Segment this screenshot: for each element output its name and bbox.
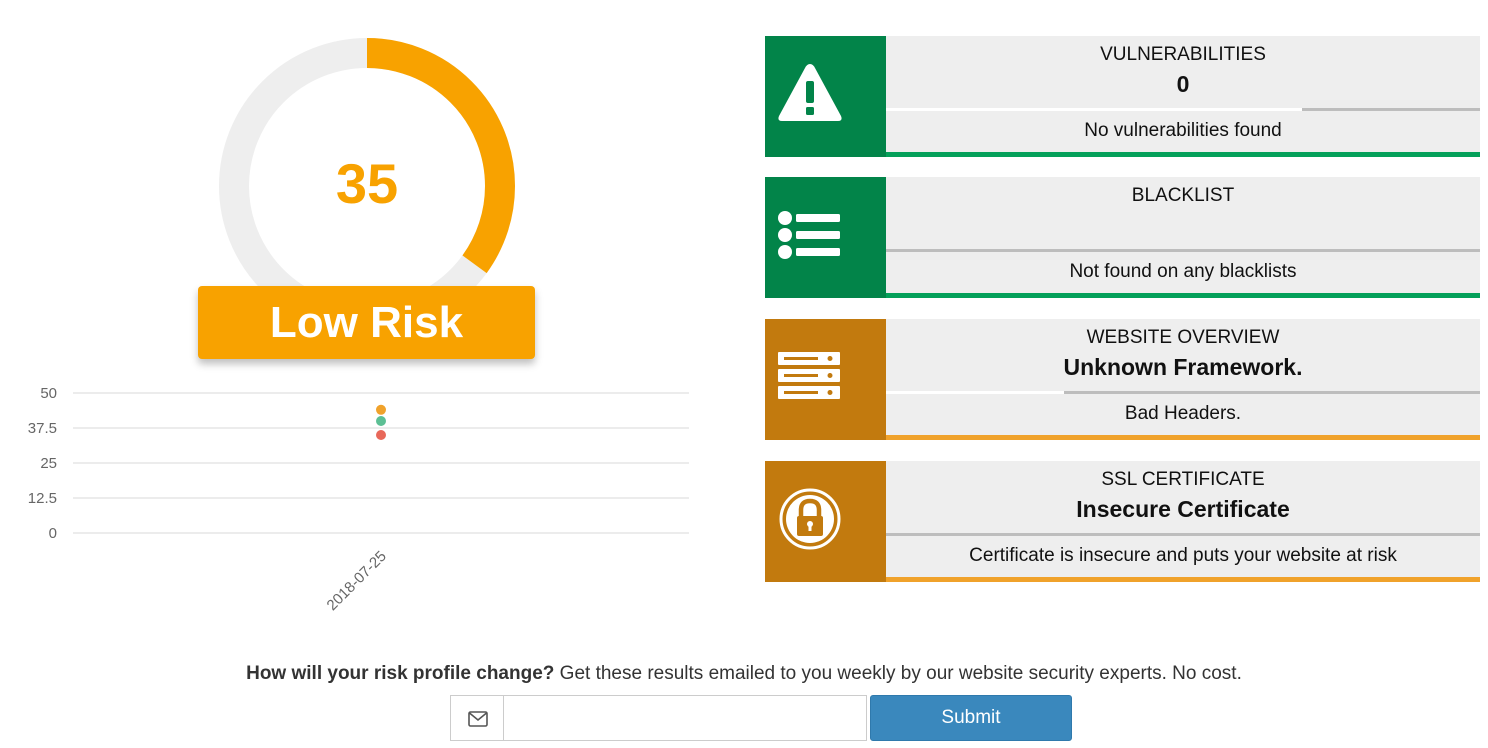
list-icon [778, 211, 840, 259]
lock-icon [779, 488, 841, 550]
ssl-certificate-card-body: SSL CERTIFICATE Insecure Certificate Cer… [886, 461, 1480, 582]
card-value: 0 [1176, 71, 1190, 97]
vulnerabilities-card-icon-box [765, 36, 886, 157]
website-overview-card: WEBSITE OVERVIEW Unknown Framework. Bad … [765, 319, 1480, 440]
ssl-certificate-card-icon-box [765, 461, 886, 582]
vulnerabilities-card: VULNERABILITIES 0 No vulnerabilities fou… [765, 36, 1480, 157]
envelope-icon [468, 711, 488, 727]
y-tick-label: 0 [49, 525, 57, 542]
signup-prompt: How will your risk profile change? Get t… [0, 663, 1488, 685]
submit-button[interactable]: Submit [870, 695, 1072, 741]
blacklist-card-icon-box [765, 177, 886, 298]
blacklist-card-body: BLACKLIST Not found on any blacklists [886, 177, 1480, 298]
warning-icon [778, 64, 842, 121]
card-description: Bad Headers. [1124, 403, 1242, 424]
card-description: Certificate is insecure and puts your we… [969, 545, 1397, 566]
y-tick-label: 12.5 [28, 490, 57, 507]
card-title: WEBSITE OVERVIEW [1086, 327, 1280, 348]
email-addon [450, 695, 504, 741]
x-tick-label: 2018-07-25 [324, 548, 390, 614]
card-divider-fill [886, 108, 1302, 111]
email-input[interactable] [503, 695, 867, 741]
card-divider [886, 533, 1480, 536]
signup-question: How will your risk profile change? [246, 663, 555, 684]
data-point [376, 404, 386, 415]
card-divider [886, 391, 1480, 394]
card-description: Not found on any blacklists [1069, 261, 1297, 282]
card-title: VULNERABILITIES [1100, 44, 1266, 65]
risk-level-badge: Low Risk [198, 286, 535, 359]
y-tick-label: 37.5 [28, 420, 57, 437]
card-status-bar [886, 152, 1480, 157]
vulnerabilities-card-body: VULNERABILITIES 0 No vulnerabilities fou… [886, 36, 1480, 157]
card-title: SSL CERTIFICATE [1101, 469, 1265, 490]
server-icon [778, 352, 840, 399]
blacklist-card: BLACKLIST Not found on any blacklists [765, 177, 1480, 298]
card-status-bar [886, 435, 1480, 440]
card-divider [886, 108, 1480, 111]
y-tick-label: 50 [40, 385, 57, 402]
data-point [376, 416, 386, 426]
risk-score-value: 35 [335, 152, 399, 215]
signup-description: Get these results emailed to you weekly … [554, 663, 1242, 684]
card-status-bar [886, 293, 1480, 298]
y-tick-label: 25 [40, 455, 57, 472]
website-overview-card-icon-box [765, 319, 886, 440]
ssl-certificate-card: SSL CERTIFICATE Insecure Certificate Cer… [765, 461, 1480, 582]
card-description: No vulnerabilities found [1084, 120, 1282, 141]
card-value: Unknown Framework. [1063, 354, 1303, 380]
card-divider-fill [886, 391, 1065, 394]
card-title: BLACKLIST [1131, 185, 1235, 206]
card-divider [886, 249, 1480, 252]
card-value: Insecure Certificate [1076, 496, 1290, 522]
data-point [376, 430, 386, 440]
website-overview-card-body: WEBSITE OVERVIEW Unknown Framework. Bad … [886, 319, 1480, 440]
score-history-chart: 50 37.5 25 12.5 0 2018-07-25 [28, 385, 689, 614]
card-status-bar [886, 577, 1480, 582]
